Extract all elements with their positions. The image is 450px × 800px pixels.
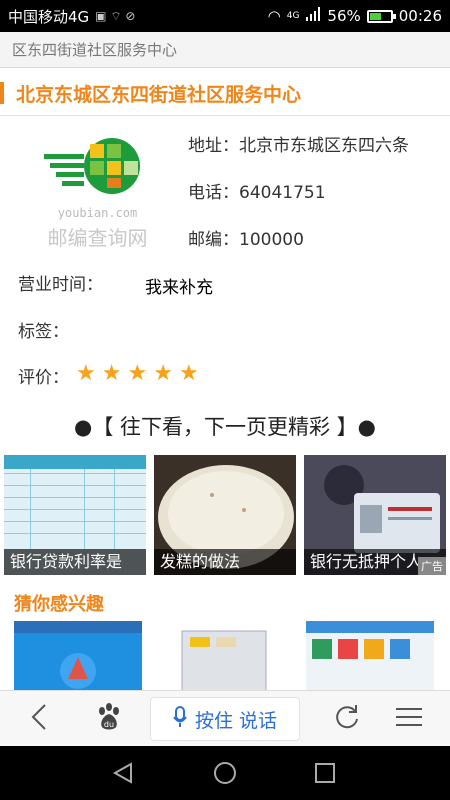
zip-value: 100000 [239, 230, 304, 250]
star-icon: ★ [127, 361, 148, 386]
heading-text: 北京东城区东四街道社区服务中心 [16, 83, 302, 106]
tags-label: 标签： [18, 322, 69, 342]
card-caption: 银行贷款利率是 [4, 549, 146, 575]
address-row: 地址：北京市东城区东四六条 [188, 131, 409, 156]
baidu-home-button[interactable]: du [84, 691, 134, 747]
interest-thumbnails [0, 621, 450, 690]
system-recents-icon[interactable] [315, 763, 335, 787]
star-icon: ★ [76, 361, 96, 386]
divider [0, 115, 450, 116]
star-icon: ★ [178, 361, 199, 386]
page-title: 区东四街道社区服务中心 [12, 41, 178, 59]
signal-icon [305, 7, 321, 25]
ad-badge: 广告 [418, 557, 446, 575]
hours-add-link[interactable]: 我来补充 [145, 273, 213, 298]
phone-value[interactable]: 64041751 [239, 183, 326, 203]
system-nav-bar [0, 746, 450, 800]
phone-label: 电话： [188, 183, 239, 203]
rating-stars: ★ ★ ★ ★ ★ [76, 363, 199, 385]
interest-heading: 猜你感兴趣 [14, 594, 104, 615]
svg-text:du: du [104, 720, 114, 729]
logo-site-text: youbian.com [57, 206, 138, 220]
address-label: 地址： [188, 136, 239, 156]
page-heading: 北京东城区东四街道社区服务中心 [0, 80, 450, 106]
heading-accent-bar [0, 82, 4, 104]
youbian-logo: youbian.com 邮编查询网 [30, 128, 165, 250]
phone-row[interactable]: 电话：64041751 [188, 178, 326, 203]
card-fagao-recipe[interactable]: 发糕的做法 [154, 455, 296, 575]
microphone-icon [173, 705, 187, 733]
thumb-product-box[interactable] [160, 621, 288, 690]
system-back-icon[interactable] [112, 762, 134, 788]
card-caption: 发糕的做法 [154, 549, 296, 575]
browser-bottom-nav: du 按住 说话 [0, 690, 450, 746]
zip-label: 邮编： [188, 230, 239, 250]
system-home-icon[interactable] [213, 761, 237, 789]
carrier-label: 中国移动4G [8, 7, 90, 26]
zip-row: 邮编：100000 [188, 225, 304, 250]
clock: 00:26 [398, 7, 442, 25]
back-icon [30, 703, 48, 735]
baidu-paw-icon: du [93, 701, 125, 737]
card-bank-loan-rate[interactable]: 银行贷款利率是 [4, 455, 146, 575]
star-icon: ★ [153, 361, 173, 386]
wifi-icon: ◠ [267, 7, 281, 25]
menu-button[interactable] [384, 691, 434, 747]
hours-label: 营业时间： [18, 275, 103, 295]
refresh-icon [333, 703, 361, 735]
star-icon: ★ [101, 361, 122, 386]
battery-percent: 56% [327, 7, 361, 25]
voice-input-button[interactable]: 按住 说话 [150, 697, 300, 741]
card-bank-unsecured-loan[interactable]: 银行无抵押个人 广告 [304, 455, 446, 575]
voice-label: 按住 说话 [194, 709, 278, 732]
logo-caption: 邮编查询网 [47, 226, 148, 250]
back-button[interactable] [14, 691, 64, 747]
refresh-button[interactable] [322, 691, 372, 747]
rating-label: 评价： [18, 368, 69, 388]
more-below-banner: ●【 往下看，下一页更精彩 】● [74, 415, 376, 439]
recommend-cards: 银行贷款利率是 发糕的做法 银行无抵押个人 广告 [0, 455, 450, 575]
thumb-app-screen-2[interactable] [306, 621, 434, 690]
thumb-app-screen-1[interactable] [14, 621, 142, 690]
address-value: 北京市东城区东四六条 [239, 136, 409, 156]
status-bar: 中国移动4G ▣ ⌔ ⊘ ◠ 4G 56% 00:26 [0, 0, 450, 32]
battery-icon [366, 9, 396, 23]
notification-icons: ▣ ⌔ ⊘ [95, 8, 136, 23]
browser-title-bar[interactable]: 区东四街道社区服务中心 [0, 32, 450, 68]
page-content: 北京东城区东四街道社区服务中心 youbian.com 邮编查询网 地址：北京市… [0, 68, 450, 690]
network-type: 4G [286, 11, 300, 21]
hamburger-menu-icon [396, 706, 422, 732]
